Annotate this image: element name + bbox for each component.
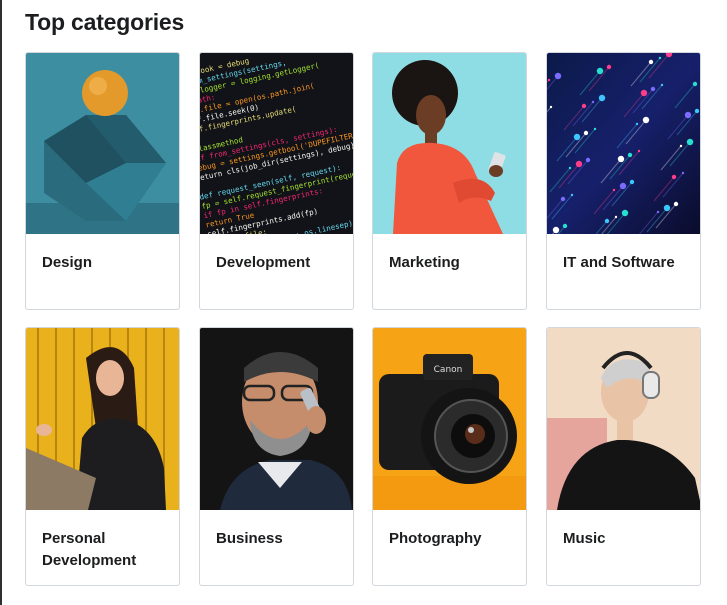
fiber-light	[598, 94, 606, 102]
fiber-light	[679, 144, 683, 148]
category-image-development: # logbook = debug# from_settings(setting…	[200, 53, 353, 234]
fiber-light	[552, 226, 560, 234]
fiber-light	[650, 86, 656, 92]
camera-brand-text: Canon	[434, 365, 463, 375]
fiber-light	[562, 223, 568, 229]
fiber-light	[648, 59, 654, 65]
category-card-business[interactable]: Business	[199, 327, 354, 586]
fiber-light	[604, 218, 610, 224]
fiber-light	[606, 64, 612, 70]
category-image-music	[547, 328, 700, 510]
fiber-light	[658, 56, 662, 60]
fiber-light	[621, 209, 629, 217]
fiber-light	[637, 149, 641, 153]
category-label: Business	[216, 530, 283, 547]
fiber-light	[547, 78, 551, 82]
fiber-light	[619, 182, 627, 190]
fiber-light	[617, 155, 625, 163]
fiber-light	[692, 81, 698, 87]
category-card-personal-development[interactable]: Personal Development	[25, 327, 180, 586]
fiber-light	[684, 111, 692, 119]
fiber-light	[570, 193, 574, 197]
category-image-design	[26, 53, 179, 234]
fiber-light	[673, 201, 679, 207]
fiber-light	[642, 116, 650, 124]
fiber-light	[627, 152, 633, 158]
fiber-light	[554, 72, 562, 80]
fiber-light	[575, 160, 583, 168]
category-image-photography: Canon	[373, 328, 526, 510]
fiber-light	[612, 188, 616, 192]
section-heading: Top categories	[25, 9, 185, 35]
category-card-music[interactable]: Music	[546, 327, 701, 586]
fiber-light	[568, 166, 572, 170]
fiber-light	[635, 122, 639, 126]
category-label: Development	[216, 254, 311, 271]
fiber-light	[591, 100, 595, 104]
category-card-design[interactable]: Design	[25, 52, 180, 310]
left-border	[0, 0, 2, 605]
fiber-light	[596, 67, 604, 75]
fiber-light	[640, 89, 648, 97]
category-image-business	[200, 328, 353, 510]
fiber-light	[686, 138, 694, 146]
fiber-light	[694, 108, 700, 114]
category-label: Personal Development	[42, 530, 137, 569]
category-image-personal-development	[26, 328, 179, 510]
fiber-light	[671, 174, 677, 180]
fiber-light	[629, 179, 635, 185]
category-card-development[interactable]: # logbook = debug# from_settings(setting…	[199, 52, 354, 310]
fiber-light	[614, 215, 618, 219]
category-image-marketing	[373, 53, 526, 234]
fiber-light	[681, 171, 685, 175]
fiber-light	[593, 127, 597, 131]
category-label: Music	[563, 530, 606, 547]
fiber-light	[656, 210, 660, 214]
category-card-marketing[interactable]: Marketing	[372, 52, 527, 310]
category-card-photography[interactable]: Canon Photography	[372, 327, 527, 586]
category-image-it-and-software	[547, 53, 700, 234]
category-label: Marketing	[389, 254, 460, 271]
category-card-it-and-software[interactable]: IT and Software	[546, 52, 701, 310]
category-label: Photography	[389, 530, 482, 547]
category-label: IT and Software	[563, 254, 675, 271]
fiber-light	[560, 196, 566, 202]
fiber-light	[573, 133, 581, 141]
fiber-light	[585, 157, 591, 163]
fiber-light	[583, 130, 589, 136]
fiber-light	[660, 83, 664, 87]
fiber-light	[663, 204, 671, 212]
fiber-light	[549, 105, 553, 109]
fiber-light	[581, 103, 587, 109]
category-label: Design	[42, 254, 93, 271]
